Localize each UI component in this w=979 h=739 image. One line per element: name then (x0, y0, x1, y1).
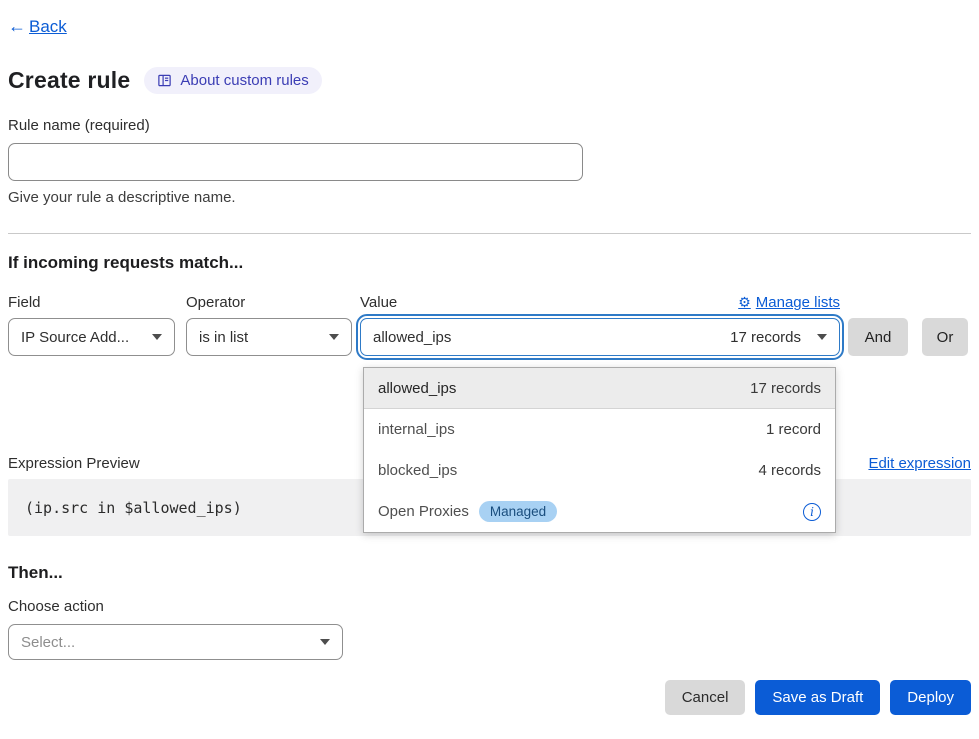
cancel-button[interactable]: Cancel (665, 680, 746, 715)
expression-preview-label: Expression Preview (8, 455, 140, 472)
or-button[interactable]: Or (922, 318, 968, 356)
edit-expression-link[interactable]: Edit expression (868, 455, 971, 472)
expression-code: (ip.src in $allowed_ips) (25, 499, 242, 517)
operator-select[interactable]: is in list (186, 318, 352, 356)
rule-name-label: Rule name (required) (8, 117, 971, 134)
section-divider (8, 233, 971, 234)
action-select[interactable]: Select... (8, 624, 343, 660)
value-select-wrap: allowed_ips 17 records allowed_ips 17 re… (360, 318, 840, 356)
value-select[interactable]: allowed_ips 17 records (360, 318, 840, 356)
rule-name-input[interactable] (8, 143, 583, 181)
chevron-down-icon (329, 334, 339, 340)
back-arrow-icon: ← (8, 16, 26, 37)
managed-badge: Managed (479, 501, 557, 522)
and-button[interactable]: And (848, 318, 908, 356)
footer-actions: Cancel Save as Draft Deploy (8, 680, 971, 715)
action-select-placeholder: Select... (21, 634, 75, 651)
value-select-records: 17 records (730, 329, 801, 346)
field-select-value: IP Source Add... (21, 329, 129, 346)
book-icon (157, 73, 172, 88)
back-link[interactable]: ← Back (8, 16, 67, 37)
save-as-draft-button[interactable]: Save as Draft (755, 680, 880, 715)
condition-labels: Field Operator Value ⚙ Manage lists (8, 294, 971, 311)
match-heading: If incoming requests match... (8, 253, 971, 273)
choose-action-label: Choose action (8, 598, 971, 615)
gear-icon: ⚙ (738, 294, 751, 311)
value-select-value: allowed_ips (373, 329, 451, 346)
field-select[interactable]: IP Source Add... (8, 318, 175, 356)
chevron-down-icon (320, 639, 330, 645)
about-custom-rules-link[interactable]: About custom rules (144, 67, 321, 94)
value-label: Value (360, 294, 397, 311)
then-heading: Then... (8, 563, 971, 583)
page-title: Create rule (8, 67, 130, 94)
list-option-blocked-ips[interactable]: blocked_ips 4 records (364, 450, 835, 491)
chevron-down-icon (152, 334, 162, 340)
about-label: About custom rules (180, 72, 308, 89)
back-label: Back (29, 17, 67, 37)
rule-name-helper: Give your rule a descriptive name. (8, 189, 971, 206)
operator-select-value: is in list (199, 329, 248, 346)
info-icon[interactable]: i (803, 503, 821, 521)
manage-lists-link[interactable]: ⚙ Manage lists (738, 294, 840, 311)
title-row: Create rule About custom rules (8, 67, 971, 94)
list-option-internal-ips[interactable]: internal_ips 1 record (364, 409, 835, 450)
list-option-open-proxies[interactable]: Open Proxies Managed i (364, 491, 835, 532)
create-rule-page: ← Back Create rule About custom rules Ru… (0, 0, 979, 739)
manage-lists-label: Manage lists (756, 294, 840, 311)
operator-label: Operator (186, 294, 352, 311)
list-dropdown: allowed_ips 17 records internal_ips 1 re… (363, 367, 836, 533)
chevron-down-icon (817, 334, 827, 340)
field-label: Field (8, 294, 175, 311)
condition-row: IP Source Add... is in list allowed_ips … (8, 318, 971, 356)
deploy-button[interactable]: Deploy (890, 680, 971, 715)
list-option-allowed-ips[interactable]: allowed_ips 17 records (364, 368, 835, 409)
